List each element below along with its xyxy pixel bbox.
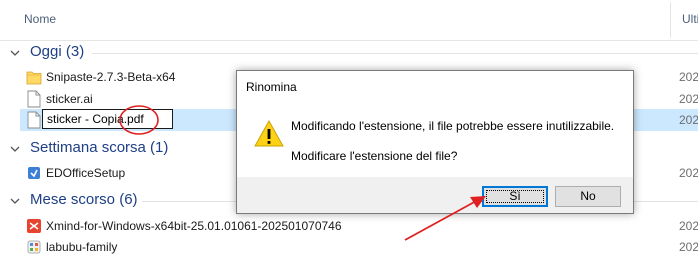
chevron-down-icon[interactable] <box>8 46 22 60</box>
file-icon <box>27 111 41 129</box>
file-date: 202 <box>679 166 698 180</box>
file-date: 202 <box>679 219 698 233</box>
chevron-down-icon[interactable] <box>8 142 22 156</box>
dialog-title: Rinomina <box>246 80 297 94</box>
dialog-message: Modificando l'estensione, il file potreb… <box>291 119 615 133</box>
file-name: Xmind-for-Windows-x64bit-25.01.01061-202… <box>46 219 342 233</box>
warning-icon <box>254 119 284 147</box>
folder-icon <box>26 71 42 85</box>
no-button-label: No <box>580 189 596 203</box>
group-divider <box>92 53 698 54</box>
column-date-header[interactable]: Ulti <box>682 12 698 26</box>
app-icon <box>27 240 41 254</box>
chevron-down-icon[interactable] <box>8 194 22 208</box>
no-button[interactable]: No <box>555 186 621 207</box>
yes-button[interactable]: Sì <box>482 186 548 207</box>
file-name: labubu-family <box>46 240 118 254</box>
xmind-icon <box>27 219 41 233</box>
file-date: 202 <box>679 113 698 127</box>
file-name: sticker.ai <box>46 92 93 106</box>
file-name: Snipaste-2.7.3-Beta-x64 <box>46 70 176 84</box>
file-date: 202 <box>679 240 698 254</box>
group-title: Mese scorso (6) <box>30 191 138 208</box>
group-header-today[interactable]: Oggi (3) <box>0 42 698 64</box>
rename-input[interactable] <box>42 109 173 129</box>
file-row[interactable]: Xmind-for-Windows-x64bit-25.01.01061-202… <box>0 215 698 237</box>
dialog-question: Modificare l'estensione del file? <box>291 149 458 163</box>
file-name: EDOfficeSetup <box>46 166 126 180</box>
rename-dialog: Rinomina Modificando l'estensione, il fi… <box>236 70 634 214</box>
group-title: Settimana scorsa (1) <box>30 139 169 156</box>
column-header: Nome Ulti <box>0 0 698 41</box>
installer-icon <box>28 167 40 179</box>
file-row[interactable]: labubu-family 202 <box>0 236 698 258</box>
column-divider[interactable] <box>670 2 671 38</box>
dialog-titlebar[interactable]: Rinomina <box>237 71 633 101</box>
group-title: Oggi (3) <box>30 43 85 60</box>
dialog-body: Modificando l'estensione, il file potreb… <box>237 101 633 177</box>
file-date: 202 <box>679 92 698 106</box>
file-icon <box>27 90 41 108</box>
file-date: 202 <box>679 70 698 84</box>
focus-ring <box>486 190 544 203</box>
column-name-header[interactable]: Nome <box>24 12 56 26</box>
